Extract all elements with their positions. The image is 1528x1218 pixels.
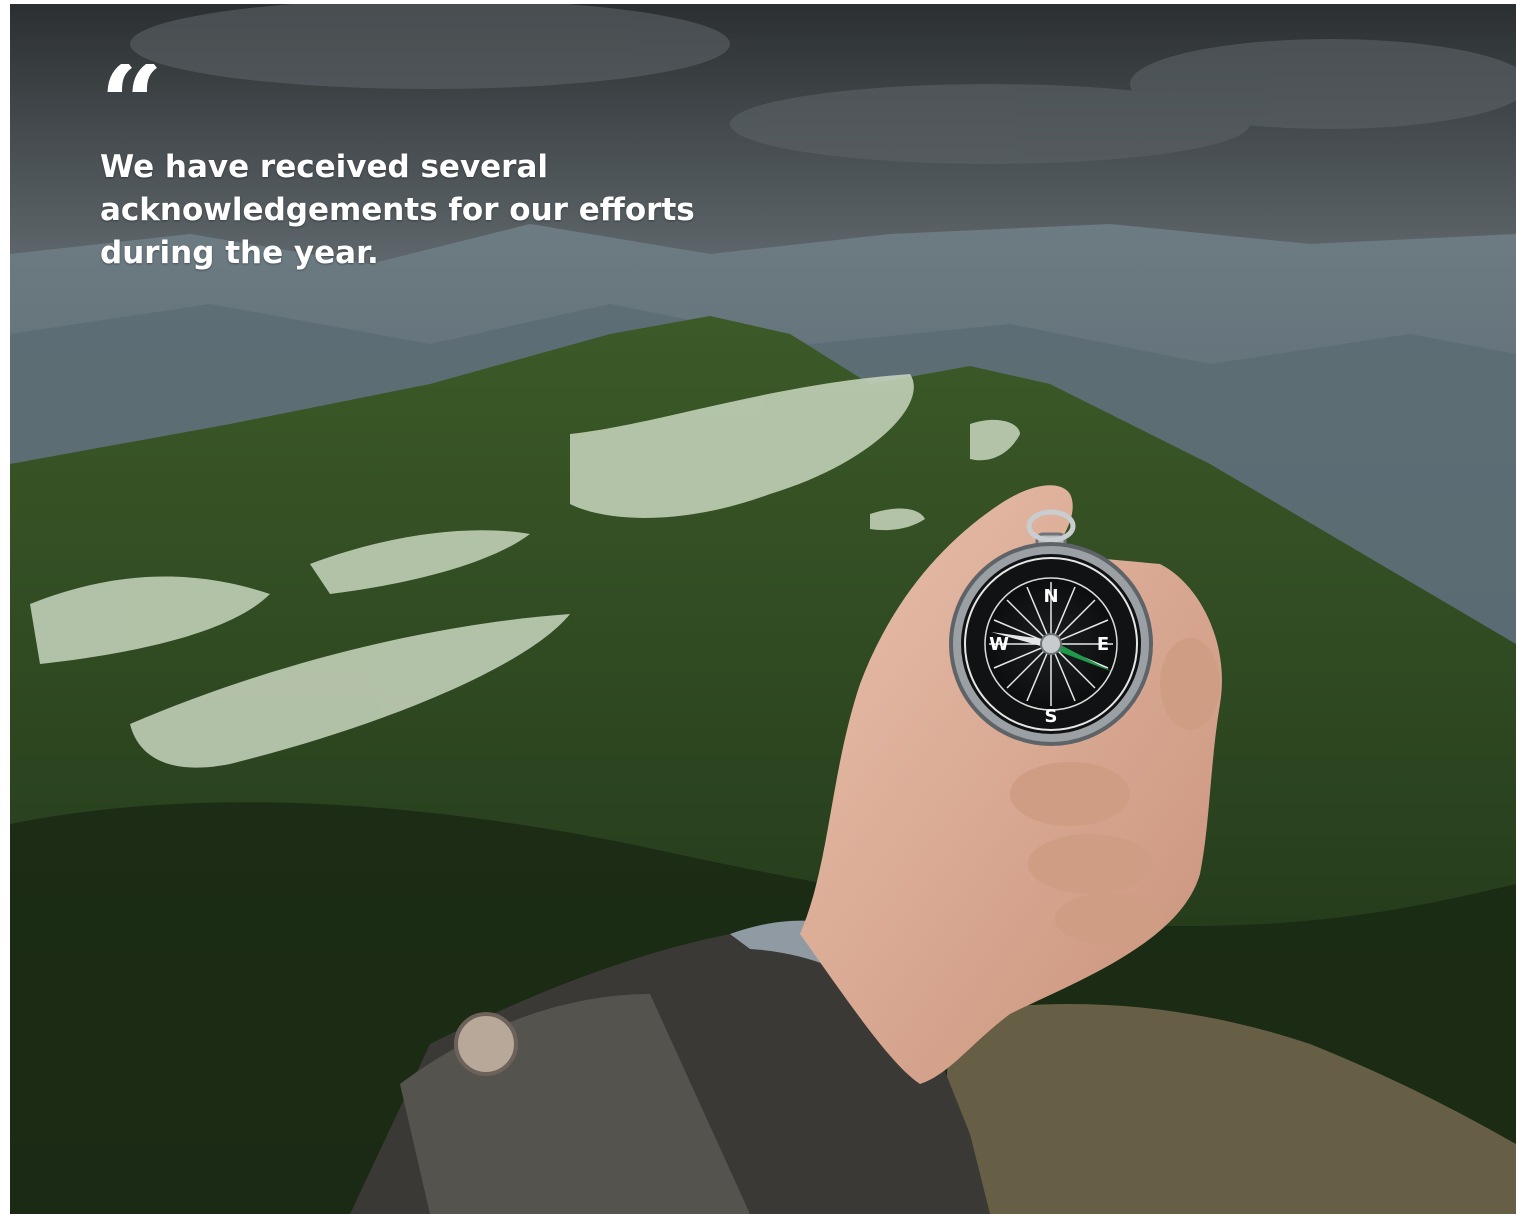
quote-text: We have received several acknowledgement… xyxy=(100,149,695,271)
quote-block: “ We have received several acknowledgeme… xyxy=(100,64,740,275)
compass-s: S xyxy=(1045,706,1058,727)
quote-mark-icon: “ xyxy=(100,64,163,136)
compass-w: W xyxy=(989,634,1009,655)
cuff-button xyxy=(454,1012,518,1076)
compass-e: E xyxy=(1097,634,1109,655)
compass-n: N xyxy=(1043,586,1058,607)
